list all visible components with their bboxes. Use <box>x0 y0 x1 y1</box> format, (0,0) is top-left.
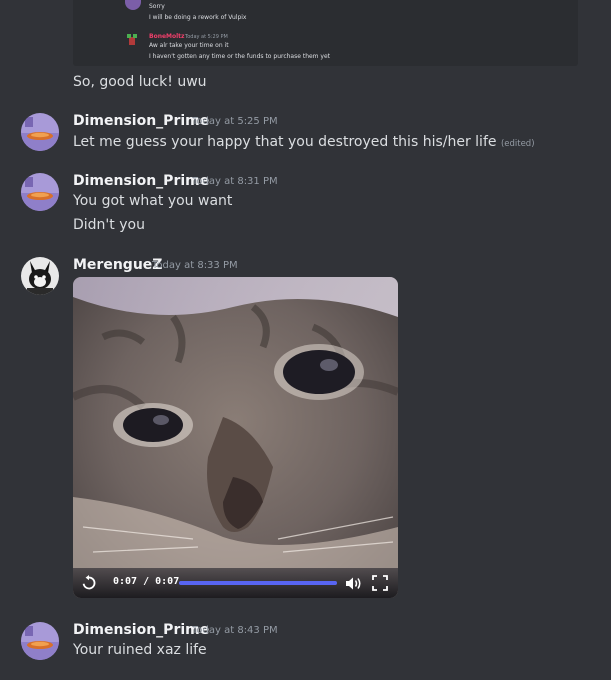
avatar-art <box>21 622 59 660</box>
message-text: Didn't you <box>73 217 145 233</box>
message-body: Let me guess your happy that you destroy… <box>73 134 497 150</box>
message-text: So, good luck! uwu <box>73 74 207 90</box>
quoted-timestamp: Today at 5:29 PM <box>185 34 228 40</box>
avatar-art <box>21 257 59 295</box>
quoted-username: BoneMoltz <box>149 33 185 40</box>
timestamp: Today at 8:33 PM <box>152 260 238 271</box>
username[interactable]: Dimension_Prime <box>73 621 209 639</box>
avatar[interactable] <box>21 173 59 211</box>
edited-label: (edited) <box>500 139 535 149</box>
avatar <box>125 0 141 10</box>
username[interactable]: Dimension_Prime <box>73 172 209 190</box>
message-text: Your ruined xaz life <box>73 642 207 658</box>
timestamp: Today at 8:31 PM <box>192 176 278 187</box>
timestamp: Today at 8:43 PM <box>192 625 278 636</box>
replay-icon[interactable] <box>81 575 97 591</box>
avatar[interactable] <box>21 257 59 295</box>
video-time: 0:07 / 0:07 <box>113 576 180 587</box>
avatar[interactable] <box>21 622 59 660</box>
timestamp: Today at 5:25 PM <box>192 116 278 127</box>
message-text: Let me guess your happy that you destroy… <box>73 133 535 153</box>
video-attachment[interactable]: 0:07 / 0:07 <box>73 277 398 598</box>
username[interactable]: MerengueZ <box>73 256 162 274</box>
message-text: You got what you want <box>73 193 233 209</box>
cat-video-frame <box>73 277 398 598</box>
quoted-line: Aw alr take your time on it <box>149 42 229 49</box>
progress-fill <box>179 581 337 585</box>
quoted-line: I will be doing a rework of Vulpix <box>149 14 247 21</box>
avatar-art <box>21 173 59 211</box>
username[interactable]: Dimension_Prime <box>73 112 209 130</box>
attached-screenshot[interactable]: Sorry I will be doing a rework of Vulpix… <box>73 0 578 66</box>
avatar[interactable] <box>21 113 59 151</box>
avatar <box>127 34 137 45</box>
video-controls: 0:07 / 0:07 <box>73 568 398 598</box>
progress-bar[interactable] <box>179 581 337 585</box>
volume-icon[interactable] <box>345 576 363 591</box>
avatar-art <box>21 113 59 151</box>
quoted-line: Sorry <box>149 3 165 10</box>
quoted-line: I haven't gotten any time or the funds t… <box>149 53 331 60</box>
fullscreen-icon[interactable] <box>372 575 388 591</box>
